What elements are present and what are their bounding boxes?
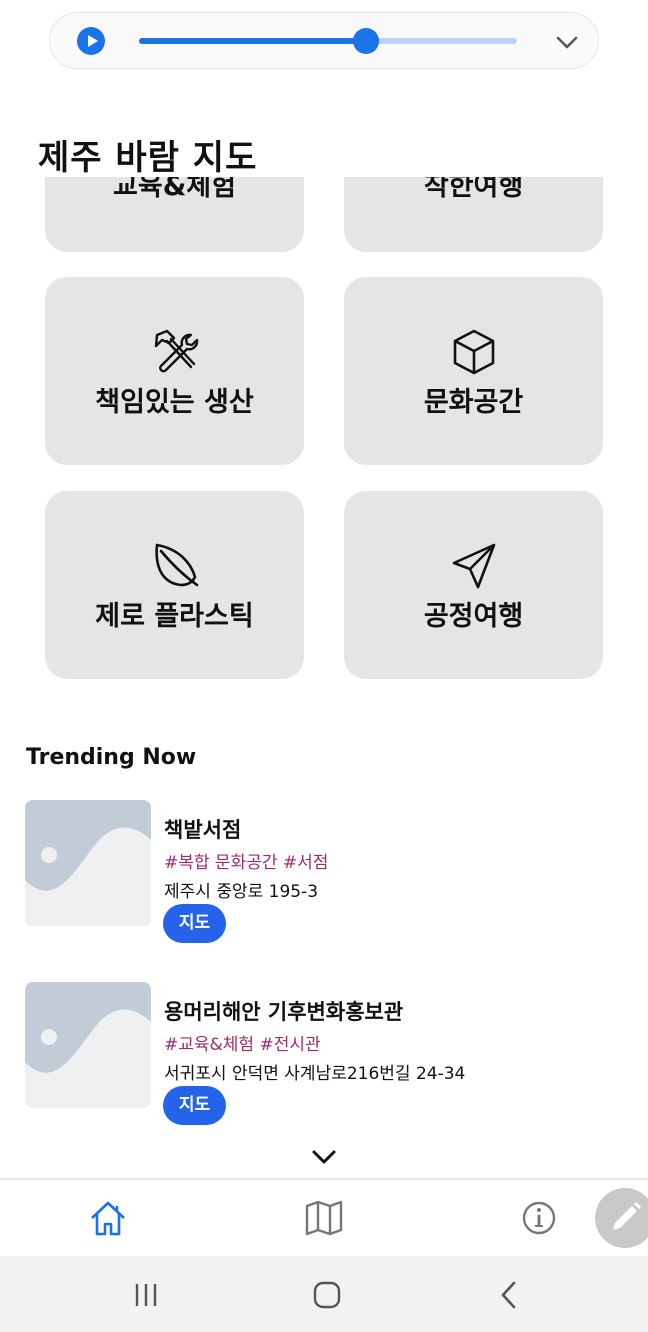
section-title-trending: Trending Now: [26, 745, 197, 770]
category-label: 착한여행: [423, 177, 524, 202]
edit-button[interactable]: [595, 1188, 648, 1248]
category-grid: 교육&체험 착한여행 책임있는 생산 문화공간 제로 플라스틱 공정여행: [0, 177, 648, 697]
chevron-down-icon[interactable]: [554, 29, 580, 55]
bottom-nav: [0, 1178, 648, 1256]
category-label: 문화공간: [423, 387, 524, 418]
back-icon[interactable]: [494, 1280, 524, 1310]
tools-icon: [154, 329, 198, 373]
progress-fill: [139, 38, 366, 44]
cube-icon: [453, 329, 494, 375]
home-icon[interactable]: [88, 1198, 128, 1238]
item-address: 서귀포시 안덕면 사계남로216번길 24-34: [164, 1064, 466, 1084]
item-tags[interactable]: #복합 문화공간 #서점: [164, 848, 328, 873]
audio-player: [49, 12, 599, 69]
category-card-responsible-production[interactable]: 책임있는 생산: [45, 277, 304, 465]
item-name: 용머리해안 기후변화홍보관: [164, 1000, 404, 1024]
item-name: 책밭서점: [164, 818, 242, 842]
list-item[interactable]: 책밭서점 #복합 문화공간 #서점 제주시 중앙로 195-3 지도: [25, 800, 625, 943]
placeholder-image: [25, 800, 151, 926]
play-icon[interactable]: [77, 27, 105, 55]
category-label: 공정여행: [423, 601, 524, 632]
list-item[interactable]: 용머리해안 기후변화홍보관 #교육&체험 #전시관 서귀포시 안덕면 사계남로2…: [25, 982, 625, 1125]
category-label: 제로 플라스틱: [95, 601, 254, 632]
home-circle-icon[interactable]: [312, 1280, 342, 1310]
leaf-icon: [154, 543, 198, 587]
map-icon[interactable]: [304, 1198, 344, 1238]
category-card-zero-plastic[interactable]: 제로 플라스틱: [45, 491, 304, 679]
page-title: 제주 바람 지도: [38, 138, 258, 178]
item-address: 제주시 중앙로 195-3: [164, 882, 319, 902]
system-nav-bar: [0, 1256, 648, 1332]
placeholder-image: [25, 982, 151, 1108]
pencil-icon: [613, 1202, 641, 1230]
category-label: 책임있는 생산: [95, 387, 254, 418]
category-card-education[interactable]: 교육&체험: [45, 177, 304, 252]
send-icon: [452, 543, 495, 589]
map-button[interactable]: 지도: [163, 1086, 226, 1125]
info-icon[interactable]: [519, 1198, 559, 1238]
progress-slider[interactable]: [139, 28, 517, 54]
item-tags[interactable]: #교육&체험 #전시관: [164, 1030, 321, 1055]
recent-apps-icon[interactable]: [131, 1280, 161, 1310]
category-label: 교육&체험: [113, 177, 236, 202]
category-card-good-travel[interactable]: 착한여행: [344, 177, 603, 252]
slider-thumb[interactable]: [352, 28, 379, 54]
category-card-culture-space[interactable]: 문화공간: [344, 277, 603, 465]
map-button[interactable]: 지도: [163, 904, 226, 943]
chevron-down-icon[interactable]: [311, 1146, 337, 1168]
category-card-fair-travel[interactable]: 공정여행: [344, 491, 603, 679]
